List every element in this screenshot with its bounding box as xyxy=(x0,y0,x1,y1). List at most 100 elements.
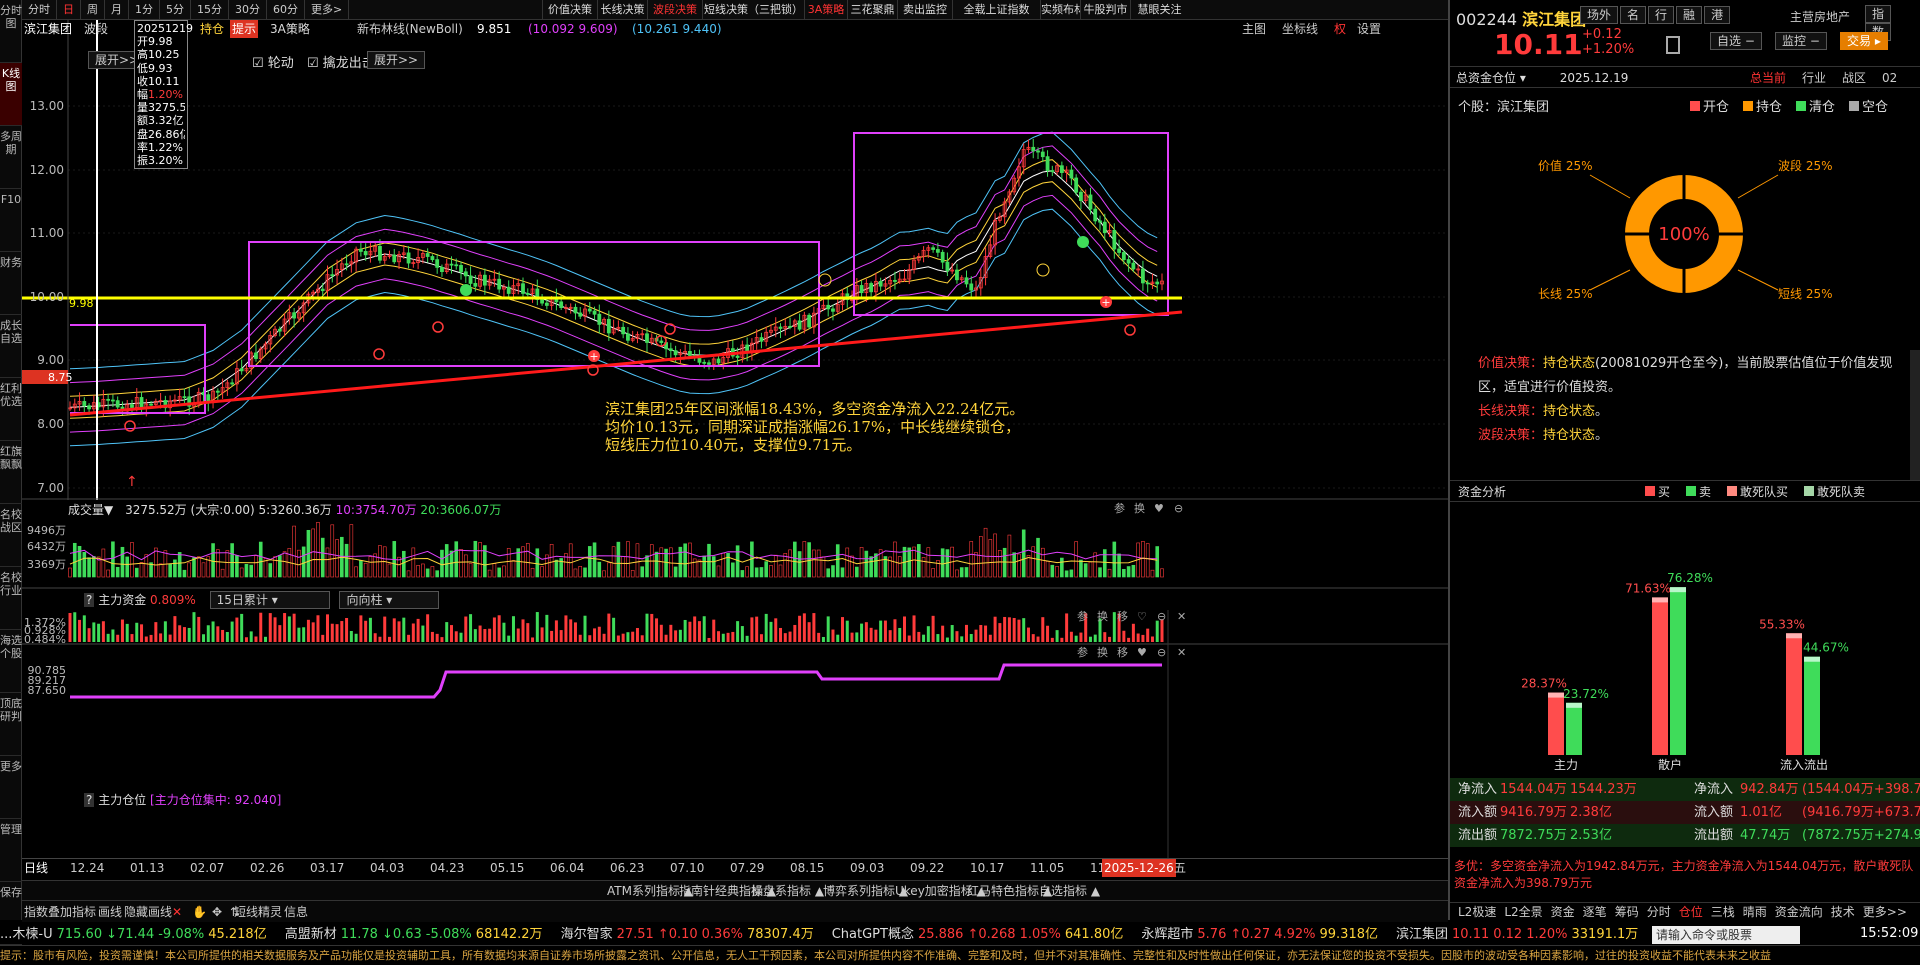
function-tab-4[interactable]: 3A策略 xyxy=(804,0,847,19)
strategy-label[interactable]: 3A策略 xyxy=(270,20,310,38)
fund-period-select[interactable]: 15日累计 ▾ xyxy=(209,591,330,609)
side-tab-4[interactable]: 财务 xyxy=(0,252,22,315)
ticker-item-5[interactable]: 滨江集团 10.11 0.12 1.20% 33191.1万 xyxy=(1396,927,1642,942)
panel-tool-icon[interactable]: 参 xyxy=(1114,501,1125,515)
function-tab-10[interactable]: 慧眼关注 xyxy=(1130,0,1188,19)
monitor-button[interactable]: 监控 − xyxy=(1775,32,1827,50)
right-tab-4[interactable]: 筹码 xyxy=(1615,905,1639,919)
side-tab-12[interactable]: 更多 xyxy=(0,756,22,819)
panel-tool-icon[interactable]: ♥ xyxy=(1154,502,1164,515)
position-tab-0[interactable]: 总当前 xyxy=(1750,71,1786,85)
stock-tag-0[interactable]: 场外 xyxy=(1580,6,1619,24)
period-tab-5[interactable]: 5分 xyxy=(160,0,191,19)
period-tab-9[interactable]: 更多> xyxy=(305,0,350,19)
add-self-button[interactable]: 自选 − xyxy=(1710,32,1762,50)
side-tab-11[interactable]: 顶底研判 xyxy=(0,693,22,756)
right-tab-5[interactable]: 分时 xyxy=(1647,905,1671,919)
side-tab-8[interactable]: 名校战区 xyxy=(0,504,22,567)
fund-tool-icon[interactable]: ♡ xyxy=(1137,610,1147,623)
right-tab-7[interactable]: 三栈 xyxy=(1711,905,1735,919)
right-tab-9[interactable]: 资金流向 xyxy=(1775,905,1823,919)
side-tab-7[interactable]: 红旗飘飘 xyxy=(0,441,22,504)
function-tab-1[interactable]: 长线决策 xyxy=(597,0,647,19)
right-tab-8[interactable]: 晴雨 xyxy=(1743,905,1767,919)
position-tab-2[interactable]: 战区 xyxy=(1842,71,1866,85)
date-axis-mode[interactable]: 日线 xyxy=(24,859,48,877)
bottom-tool-4[interactable]: 短线精灵 xyxy=(234,901,282,923)
position-tool-icon[interactable]: ✕ xyxy=(1177,646,1186,659)
function-tab-3[interactable]: 短线决策（三把锁） xyxy=(702,0,804,19)
function-tab-6[interactable]: 卖出监控 xyxy=(897,0,952,19)
bottom-tool-0[interactable]: 指数叠加 xyxy=(24,901,72,923)
chart-tool-main[interactable]: 主图 xyxy=(1242,20,1266,38)
ticker-item-4[interactable]: 永辉超市 5.76 ↑0.27 4.92% 99.318亿 xyxy=(1141,927,1382,942)
sort-icon[interactable]: ⇅ xyxy=(230,901,240,923)
function-tab-9[interactable]: 牛股判市 xyxy=(1080,0,1130,19)
side-tab-3[interactable]: F10 xyxy=(0,189,22,252)
position-tool-icon[interactable]: 移 xyxy=(1117,646,1128,659)
close-icon[interactable]: ✕ xyxy=(172,901,182,923)
bottom-tool-3[interactable]: 隐藏画线 xyxy=(124,901,172,923)
command-input[interactable]: 请输入命令或股票 xyxy=(1652,926,1800,944)
position-tool-icon[interactable]: 参 xyxy=(1077,645,1088,659)
ticker-item-2[interactable]: 海尔智家 27.51 ↑0.10 0.36% 78307.4万 xyxy=(561,927,818,942)
stock-tag-3[interactable]: 融 xyxy=(1676,6,1703,24)
period-tab-7[interactable]: 30分 xyxy=(229,0,267,19)
side-tab-9[interactable]: 名校行业 xyxy=(0,567,22,630)
period-tab-2[interactable]: 周 xyxy=(81,0,105,19)
bottom-tool-1[interactable]: 指标 xyxy=(72,901,96,923)
fund-type-select[interactable]: 向向柱 ▾ xyxy=(339,591,440,609)
side-tab-10[interactable]: 海选个股 xyxy=(0,630,22,693)
stock-tag-4[interactable]: 港 xyxy=(1704,6,1731,24)
function-tab-7[interactable]: 全载上证指数 xyxy=(952,0,1040,19)
function-tab-5[interactable]: 三花聚鼎 xyxy=(847,0,897,19)
period-tab-0[interactable]: 分时 xyxy=(22,0,57,19)
expand-button-2[interactable]: 展开>> xyxy=(367,51,426,69)
ticker-item-0[interactable]: ...木楝-U 715.60 ↓71.44 -9.08% 45.218亿 xyxy=(0,927,271,942)
function-tab-0[interactable]: 价值决策 xyxy=(542,0,597,19)
period-tab-3[interactable]: 月 xyxy=(105,0,129,19)
trade-button[interactable]: 交易 ▸ xyxy=(1840,32,1888,50)
right-tab-2[interactable]: 资金 xyxy=(1551,905,1575,919)
right-tab-6[interactable]: 仓位 xyxy=(1679,905,1703,919)
chart-tool-axis[interactable]: 坐标线 xyxy=(1282,20,1318,38)
tag-hint[interactable]: 提示 xyxy=(230,20,259,38)
ticker-item-1[interactable]: 高盟新材 11.78 ↓0.63 -5.08% 68142.2万 xyxy=(285,927,547,942)
fund-tool-icon[interactable]: 移 xyxy=(1117,610,1128,623)
period-tab-1[interactable]: 日 xyxy=(57,0,81,19)
chart-tool-settings[interactable]: 设置 xyxy=(1357,20,1381,38)
fund-tool-icon[interactable]: 参 xyxy=(1077,610,1088,623)
decision-scrollbar[interactable] xyxy=(1910,350,1920,480)
checkbox-rotate[interactable]: ☑ 轮动 xyxy=(252,52,294,71)
hand-icon[interactable]: ✋ xyxy=(192,901,207,923)
side-tab-1[interactable]: K线图 xyxy=(0,63,22,126)
fund-tool-icon[interactable]: 换 xyxy=(1097,610,1108,623)
help-icon[interactable]: ? xyxy=(84,593,95,607)
calendar-icon[interactable] xyxy=(1666,36,1680,54)
move-icon[interactable]: ✥ xyxy=(212,901,222,923)
position-tool-icon[interactable]: 换 xyxy=(1097,645,1108,659)
side-tab-2[interactable]: 多周期 xyxy=(0,126,22,189)
chart-tool-right[interactable]: 权 xyxy=(1334,20,1346,38)
stock-name[interactable]: 滨江集团 xyxy=(24,20,72,38)
stock-tag-2[interactable]: 行 xyxy=(1648,6,1675,24)
chart-area[interactable]: + + ↑ 13.00 12.00 11.00 10.00 9.00 8.00 7.00 9.98… xyxy=(22,20,1448,610)
ticker-item-3[interactable]: ChatGPT概念 25.886 ↑0.268 1.05% 641.80亿 xyxy=(832,927,1128,942)
volume-label[interactable]: 成交量▼ xyxy=(68,503,113,517)
right-tab-10[interactable]: 技术 xyxy=(1831,905,1855,919)
function-tab-2[interactable]: 波段决策 xyxy=(647,0,702,19)
index-button[interactable]: 指 xyxy=(1865,5,1892,23)
stock-tag-1[interactable]: 名 xyxy=(1620,6,1647,24)
kline-chart-svg[interactable]: + + ↑ 13.00 12.00 11.00 10.00 9.00 8.00 7.00 9.98… xyxy=(22,20,1448,610)
bottom-tool-2[interactable]: 画线 xyxy=(98,901,122,923)
period-tab-4[interactable]: 1分 xyxy=(129,0,160,19)
panel-tool-icon[interactable]: ⊖ xyxy=(1174,502,1183,515)
position-section-title[interactable]: 总资金仓位 xyxy=(1456,71,1516,85)
right-tab-3[interactable]: 逐笔 xyxy=(1583,905,1607,919)
indicator-tab-2[interactable]: 操盘系指标 ▲ xyxy=(751,881,824,901)
function-tab-8[interactable]: 实频布林 xyxy=(1040,0,1080,19)
panel-tool-icon[interactable]: 换 xyxy=(1134,501,1145,515)
side-tab-13[interactable]: 管理 xyxy=(0,819,22,882)
fund-tool-icon[interactable]: ✕ xyxy=(1177,610,1186,623)
position-tool-icon[interactable]: ♥ xyxy=(1137,646,1147,659)
